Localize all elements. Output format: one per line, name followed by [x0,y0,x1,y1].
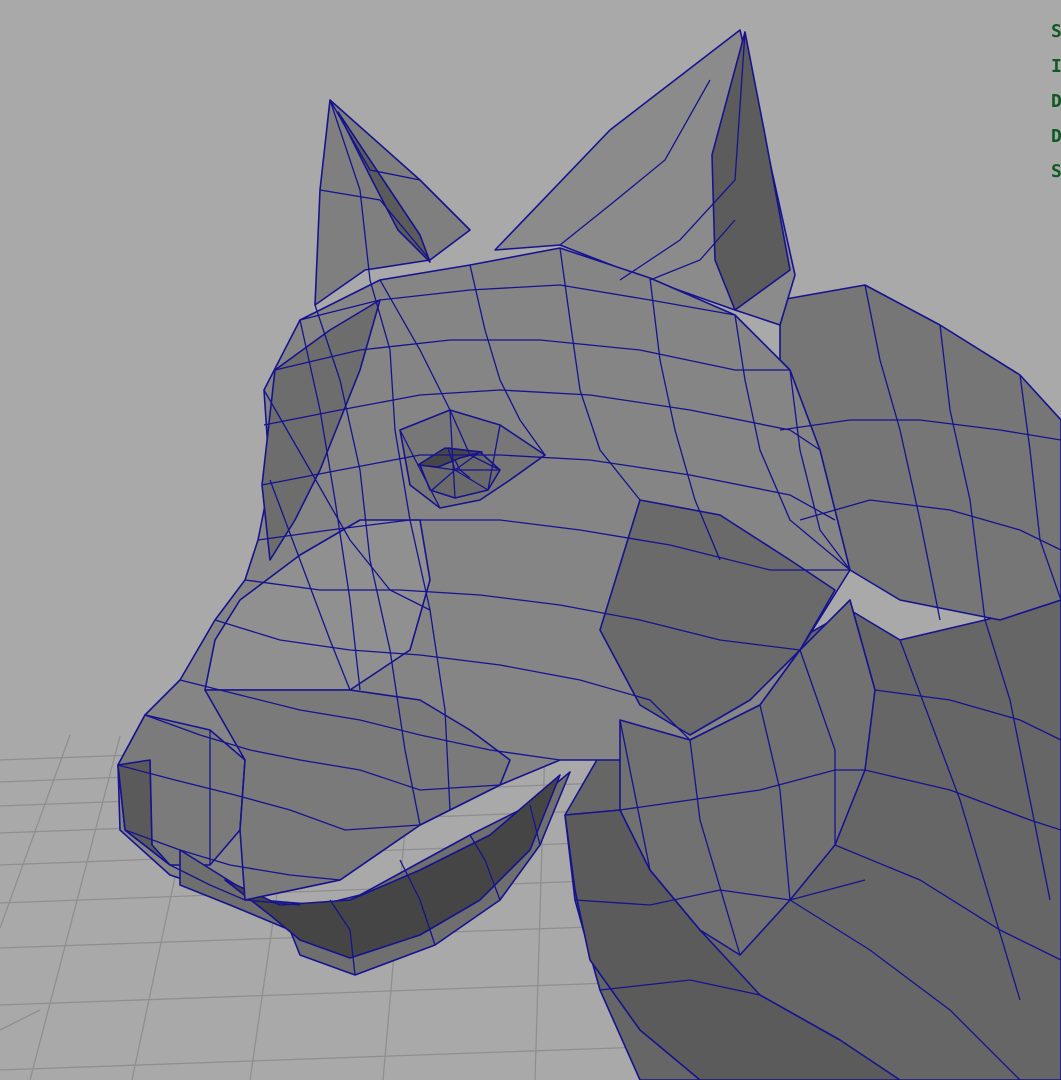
3d-viewport[interactable]: S I D D S [0,0,1061,1080]
hud-line-2: I [1051,56,1061,77]
hud-line-3: D [1051,91,1061,112]
viewport-hud: S I D D S [1051,14,1061,189]
hud-line-1: S [1051,21,1061,42]
hud-line-4: D [1051,126,1061,147]
hud-line-5: S [1051,161,1061,182]
scene-canvas[interactable] [0,0,1061,1080]
